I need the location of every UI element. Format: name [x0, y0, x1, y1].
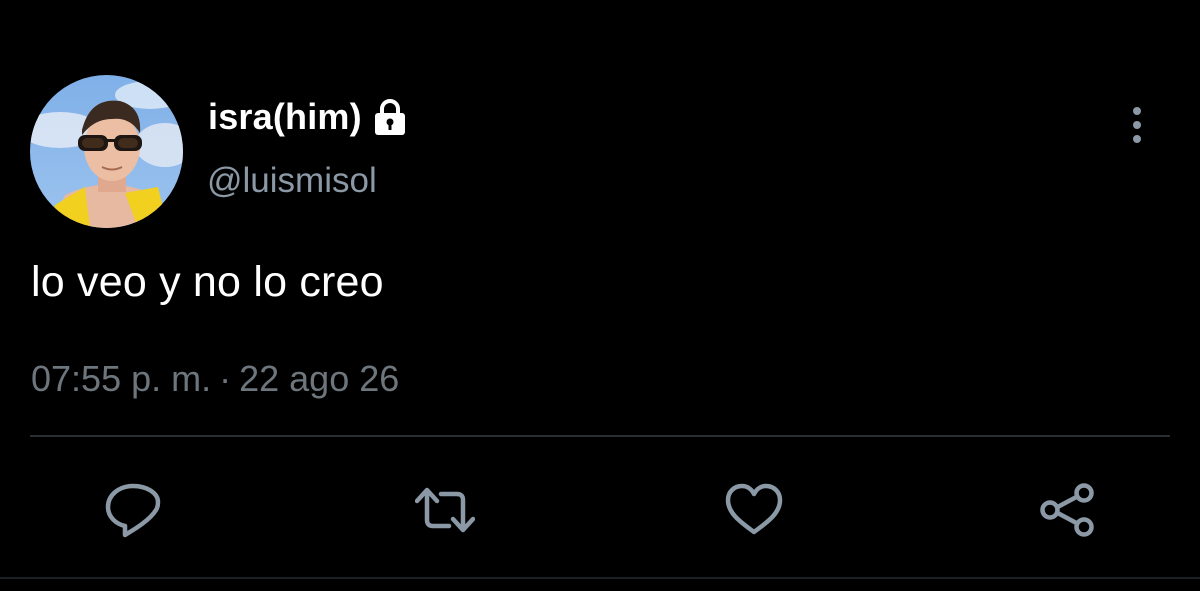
avatar[interactable] [30, 75, 183, 228]
more-vertical-icon [1133, 107, 1141, 143]
tweet-timestamp[interactable]: 07:55 p. m. · 22 ago 26 [31, 358, 399, 400]
like-button[interactable] [724, 480, 784, 540]
reply-icon [105, 483, 161, 538]
more-options-button[interactable] [1120, 104, 1154, 148]
lock-icon [371, 97, 409, 137]
avatar-image [30, 75, 183, 228]
divider [30, 435, 1170, 437]
retweet-icon [415, 487, 475, 533]
bottom-divider [0, 577, 1200, 579]
heart-icon [725, 483, 783, 535]
tweet-time: 07:55 p. m. [31, 358, 212, 399]
share-icon [1040, 483, 1094, 537]
author-row: isra(him) [208, 94, 409, 140]
timestamp-separator: · [219, 358, 232, 399]
user-handle[interactable]: @luismisol [207, 161, 377, 201]
display-name[interactable]: isra(him) [208, 96, 362, 138]
tweet-text: lo veo y no lo creo [31, 258, 384, 306]
tweet-date: 22 ago 26 [239, 358, 400, 399]
reply-button[interactable] [103, 480, 163, 540]
share-button[interactable] [1038, 480, 1098, 540]
retweet-button[interactable] [415, 480, 475, 540]
